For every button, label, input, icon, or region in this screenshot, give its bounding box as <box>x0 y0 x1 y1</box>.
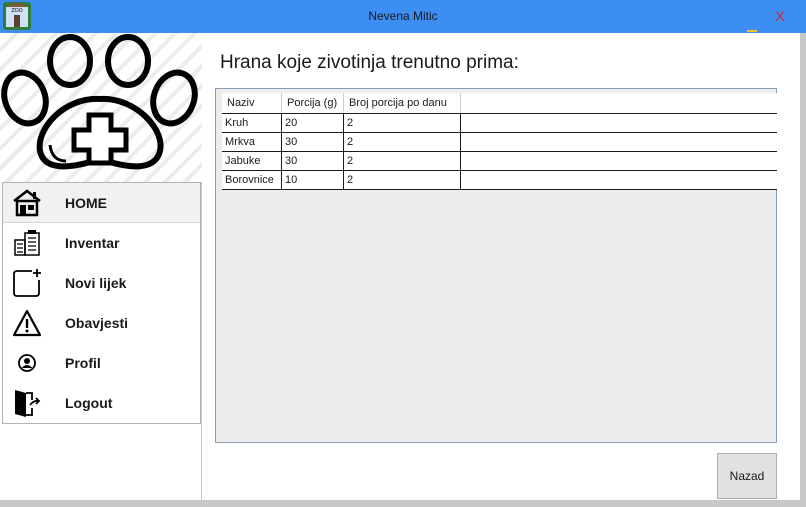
sidebar-item-label: Inventar <box>65 235 120 251</box>
sidebar-item-novi-lijek[interactable]: Novi lijek <box>3 263 200 303</box>
table-cell[interactable] <box>461 171 777 190</box>
sidebar-item-obavjesti[interactable]: Obavjesti <box>3 303 200 343</box>
sidebar-item-label: Obavjesti <box>65 315 129 331</box>
close-button[interactable]: X <box>771 7 789 25</box>
table-cell[interactable]: Jabuke <box>222 152 282 171</box>
table-row[interactable]: Jabuke 30 2 <box>222 152 777 171</box>
warning-icon <box>12 309 42 337</box>
column-header[interactable]: Naziv <box>222 93 282 113</box>
titlebar-accent <box>747 30 757 32</box>
app-window: ZOO Nevena Mitic X HOME Inventar Novi li… <box>0 0 806 507</box>
table-cell[interactable]: 2 <box>344 114 461 133</box>
sidebar-nav: HOME Inventar Novi lijek Obavjesti Profi… <box>2 182 201 424</box>
logo-area <box>0 33 202 182</box>
sidebar-item-label: Profil <box>65 355 101 371</box>
table-cell[interactable] <box>461 114 777 133</box>
column-header[interactable]: Broj porcija po danu <box>344 93 461 113</box>
table-cell[interactable]: Borovnice <box>222 171 282 190</box>
sidebar-item-home[interactable]: HOME <box>3 183 200 223</box>
table-cell[interactable]: Mrkva <box>222 133 282 152</box>
column-header[interactable]: Porcija (g) <box>282 93 344 113</box>
table-cell[interactable]: 30 <box>282 152 344 171</box>
title-bar: ZOO Nevena Mitic X <box>0 0 806 33</box>
sidebar-item-label: HOME <box>65 195 107 211</box>
table-cell[interactable] <box>461 152 777 171</box>
window-edge <box>800 33 806 507</box>
table-cell[interactable]: 30 <box>282 133 344 152</box>
table-row[interactable]: Borovnice 10 2 <box>222 171 777 190</box>
sidebar-item-label: Novi lijek <box>65 275 127 291</box>
sidebar: HOME Inventar Novi lijek Obavjesti Profi… <box>0 33 202 507</box>
sidebar-item-label: Logout <box>65 395 113 411</box>
table-row[interactable]: Kruh 20 2 <box>222 113 777 133</box>
table-cell[interactable]: 2 <box>344 152 461 171</box>
table-cell[interactable] <box>461 133 777 152</box>
table-row[interactable]: Mrkva 30 2 <box>222 133 777 152</box>
table-cell[interactable]: Kruh <box>222 114 282 133</box>
table-cell[interactable]: 2 <box>344 133 461 152</box>
table-cell[interactable]: 10 <box>282 171 344 190</box>
user-icon <box>18 354 36 372</box>
food-data-grid[interactable]: Naziv Porcija (g) Broj porcija po danu K… <box>215 88 777 443</box>
home-icon <box>13 189 41 217</box>
add-new-icon <box>13 269 41 297</box>
paw-medical-logo <box>1 34 198 170</box>
table-cell[interactable]: 2 <box>344 171 461 190</box>
sidebar-item-inventar[interactable]: Inventar <box>3 223 200 263</box>
page-title: Hrana koje zivotinja trenutno prima: <box>220 52 519 73</box>
window-bottom-edge <box>0 500 806 507</box>
sidebar-item-profil[interactable]: Profil <box>3 343 200 383</box>
column-header <box>461 93 777 113</box>
back-button[interactable]: Nazad <box>717 453 777 499</box>
logout-icon <box>15 390 41 417</box>
window-title: Nevena Mitic <box>368 9 438 23</box>
sidebar-item-logout[interactable]: Logout <box>3 383 200 423</box>
table-cell[interactable]: 20 <box>282 114 344 133</box>
table-header: Naziv Porcija (g) Broj porcija po danu <box>222 93 777 113</box>
inventory-icon <box>14 230 40 256</box>
